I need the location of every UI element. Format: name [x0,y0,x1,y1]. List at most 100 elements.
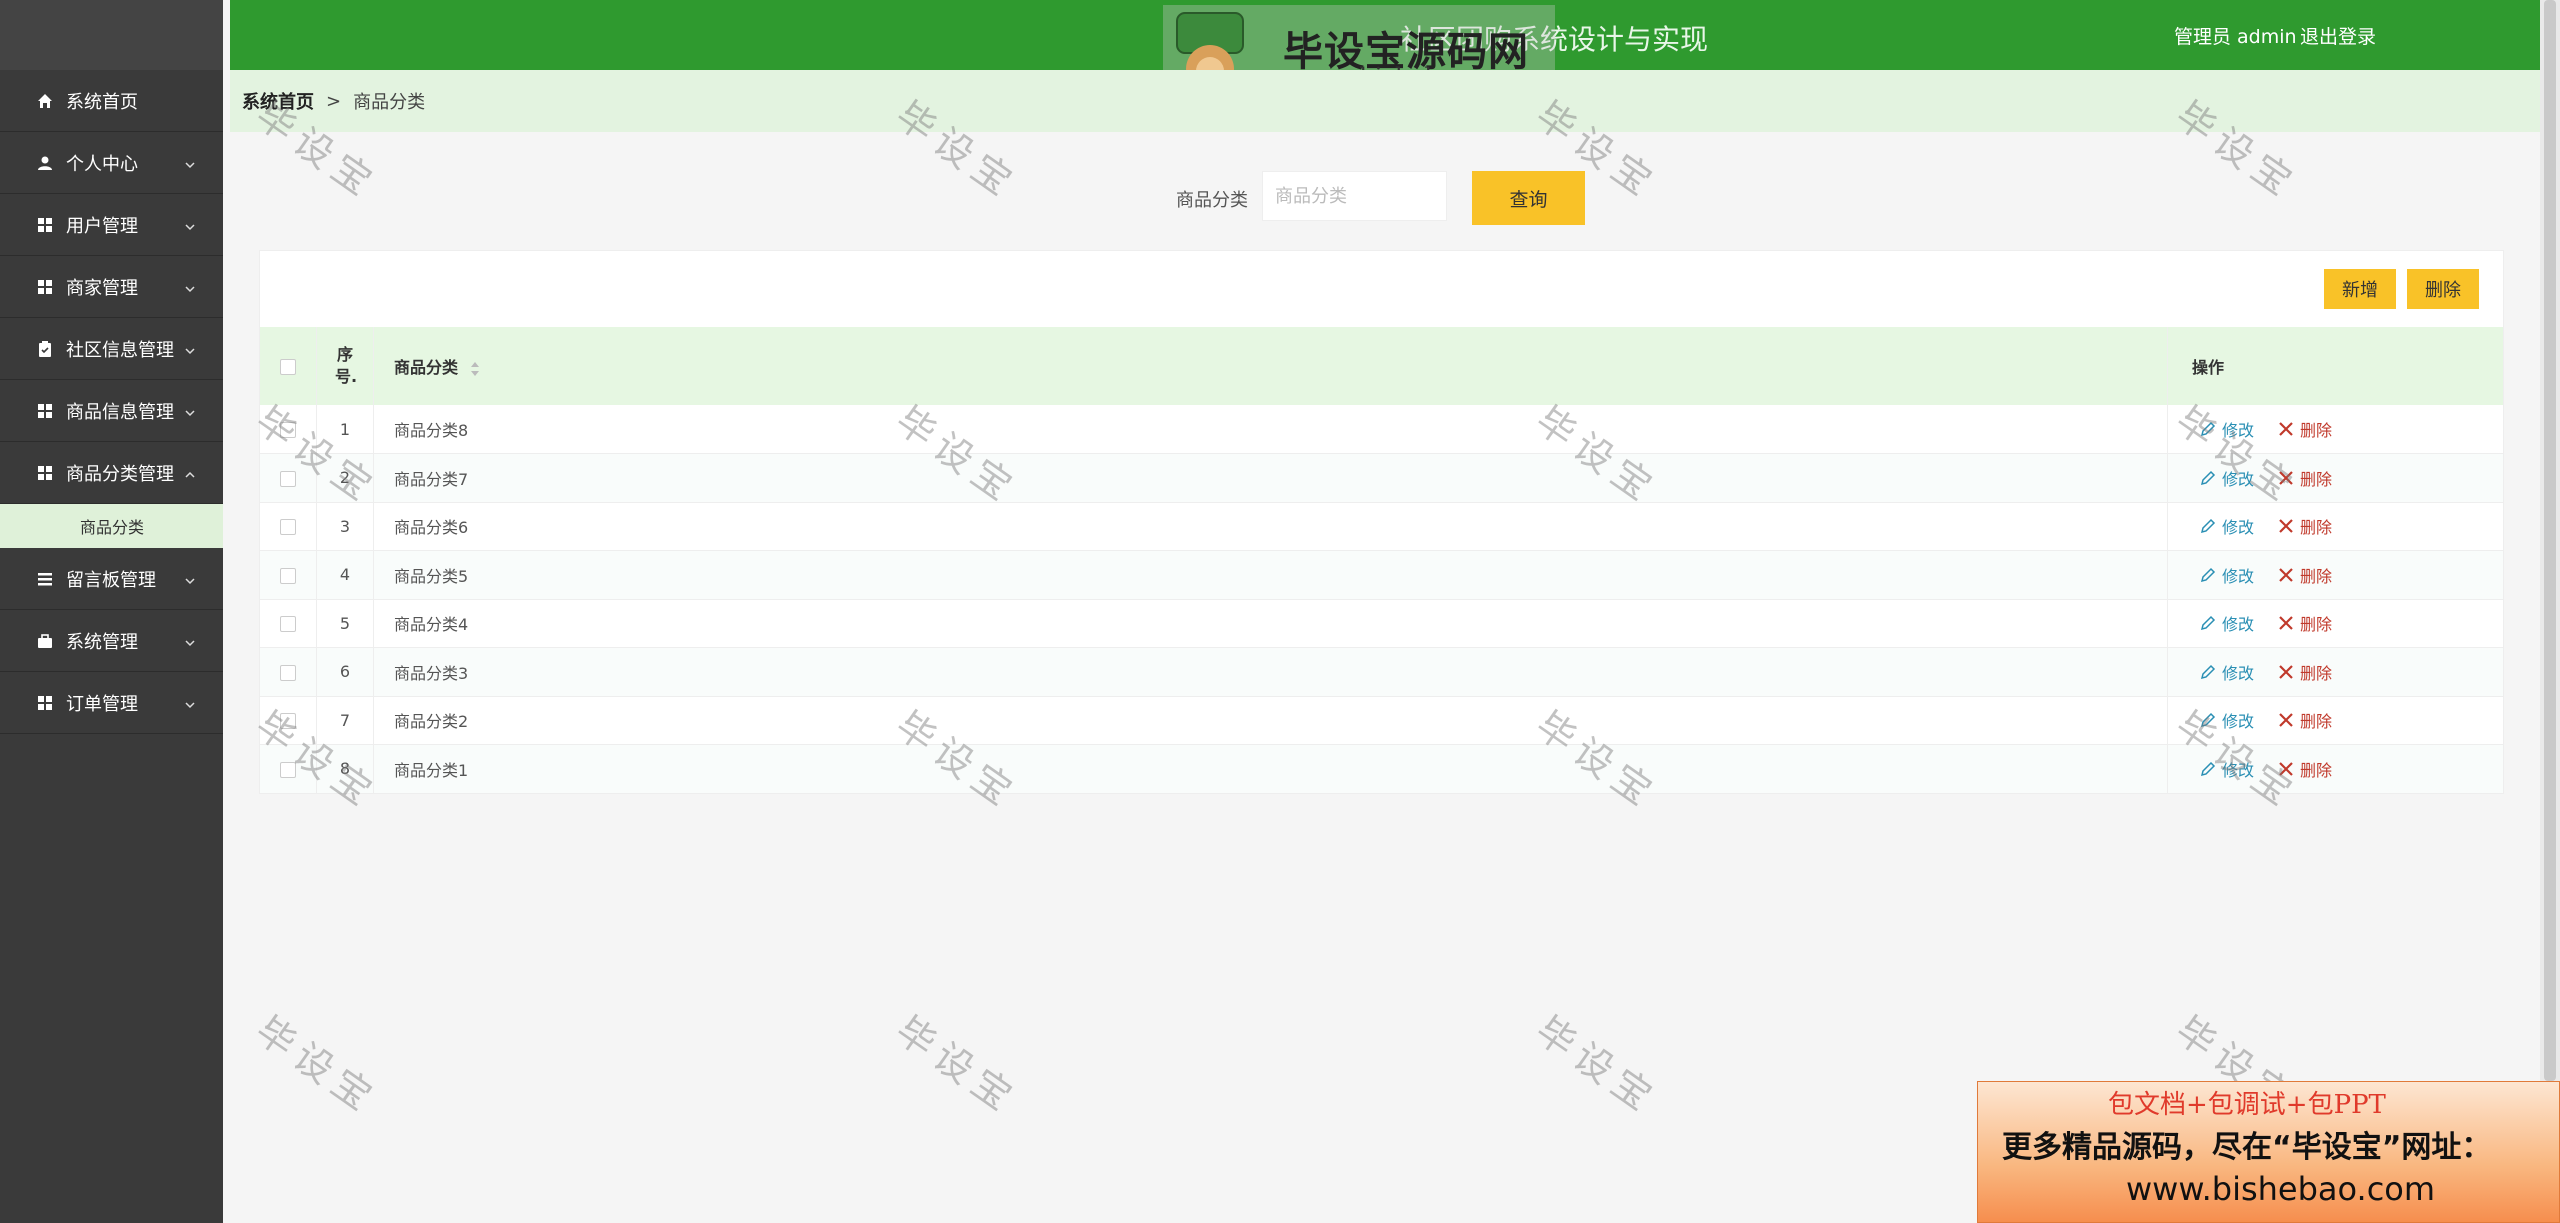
row-checkbox[interactable] [280,761,296,778]
sidebar-item-5[interactable]: 商品信息管理 [0,380,223,442]
delete-label: 删除 [2300,663,2333,683]
row-select-cell[interactable] [260,744,317,793]
chevron-down-icon [183,280,197,294]
edit-label: 修改 [2222,615,2255,635]
chevron-down-icon [183,404,197,418]
chevron-up-icon [183,466,197,480]
row-select-cell[interactable] [260,696,317,745]
delete-button[interactable]: 删除 [2278,611,2332,635]
table-row: 2 商品分类7 修改 删除 [260,453,2503,502]
row-checkbox[interactable] [280,470,296,487]
delete-label: 删除 [2300,518,2333,538]
close-icon [2279,616,2293,631]
scrollbar-thumb[interactable] [2544,0,2556,1081]
page-scrollbar[interactable] [2540,0,2560,1081]
sidebar: 系统首页个人中心 用户管理 商家管理社区信息管理商品信息管理 商品分类管理 商品分类留言… [0,0,223,1223]
delete-label: 删除 [2300,469,2333,489]
sidebar-item-8[interactable]: 系统管理 [0,610,223,672]
row-checkbox[interactable] [280,713,296,730]
close-icon [2279,664,2293,679]
breadcrumb-home[interactable]: 系统首页 [242,88,314,114]
table-row: 3 商品分类6 修改 删除 [260,502,2503,551]
sidebar-item-0[interactable]: 系统首页 [0,70,223,132]
row-category-name: 商品分类3 [394,663,469,683]
edit-label: 修改 [2222,421,2255,440]
table-row: 7 商品分类2 修改 删除 [260,696,2503,745]
edit-button[interactable]: 修改 [2200,514,2254,538]
sidebar-item-label: 系统首页 [66,91,138,113]
sidebar-item-1[interactable]: 个人中心 [0,132,223,194]
edit-icon [2200,470,2216,485]
row-ops: 修改 删除 [2167,453,2503,502]
sidebar-item-7[interactable]: 留言板管理 [0,548,223,610]
row-checkbox[interactable] [280,616,296,633]
grid-icon [36,216,54,234]
chevron-down-icon [183,156,197,170]
edit-button[interactable]: 修改 [2200,708,2254,732]
delete-button[interactable]: 删除 [2278,563,2332,587]
edit-button[interactable]: 修改 [2200,417,2254,441]
sidebar-item-label: 留言板管理 [66,569,156,591]
delete-button[interactable]: 删除 [2278,708,2332,732]
row-select-cell[interactable] [260,502,317,551]
add-button[interactable]: 新增 [2324,269,2396,309]
breadcrumb: 系统首页 > 商品分类 [230,70,2540,132]
sidebar-item-label: 订单管理 [66,693,138,715]
delete-button[interactable]: 删除 [2278,660,2332,684]
edit-icon [2200,664,2216,679]
edit-label: 修改 [2222,469,2255,489]
edit-button[interactable]: 修改 [2200,611,2254,635]
row-select-cell[interactable] [260,453,317,502]
header-name-label: 商品分类 [394,358,459,377]
header-ops: 操作 [2167,327,2503,405]
sort-icon[interactable] [470,361,480,377]
edit-button[interactable]: 修改 [2200,563,2254,587]
table-row: 4 商品分类5 修改 删除 [260,550,2503,599]
row-ops: 修改 删除 [2167,550,2503,599]
edit-label: 修改 [2222,518,2255,538]
row-checkbox[interactable] [280,664,296,681]
logout-link[interactable]: 退出登录 [2300,22,2376,49]
admin-label: 管理员 admin [2174,26,2297,48]
row-select-cell[interactable] [260,647,317,696]
delete-label: 删除 [2300,760,2333,780]
briefcase-icon [36,632,54,650]
row-index: 7 [316,696,374,745]
delete-button[interactable]: 删除 [2278,514,2332,538]
delete-button[interactable]: 删除 [2278,757,2332,781]
edit-button[interactable]: 修改 [2200,466,2254,490]
row-checkbox[interactable] [280,422,296,438]
edit-icon [2200,616,2216,631]
row-select-cell[interactable] [260,550,317,599]
sidebar-item-label: 社区信息管理 [66,339,174,361]
edit-button[interactable]: 修改 [2200,757,2254,781]
header-select-all[interactable] [260,327,317,405]
delete-button[interactable]: 删除 [2278,417,2332,441]
edit-button[interactable]: 修改 [2200,660,2254,684]
close-icon [2279,519,2293,534]
watermark-text: 毕设宝 [247,1007,387,1123]
row-select-cell[interactable] [260,405,317,454]
sidebar-item-3[interactable]: 商家管理 [0,256,223,318]
row-checkbox[interactable] [280,567,296,584]
batch-delete-button[interactable]: 删除 [2407,269,2479,309]
sidebar-subitem-category[interactable]: 商品分类 [0,504,223,548]
grid-icon [36,464,54,482]
query-button[interactable]: 查询 [1472,171,1585,225]
close-icon [2279,713,2293,728]
edit-icon [2200,761,2216,776]
row-select-cell[interactable] [260,599,317,648]
search-input[interactable] [1262,171,1447,221]
select-all-checkbox[interactable] [280,359,296,375]
sidebar-item-label: 系统管理 [66,631,138,653]
sidebar-item-9[interactable]: 订单管理 [0,672,223,734]
row-ops: 修改 删除 [2167,696,2503,745]
sidebar-top [0,0,223,70]
delete-button[interactable]: 删除 [2278,466,2332,490]
row-checkbox[interactable] [280,519,296,536]
sidebar-item-4[interactable]: 社区信息管理 [0,318,223,380]
sidebar-item-2[interactable]: 用户管理 [0,194,223,256]
promo-line-2: 更多精品源码，尽在“毕设宝”网址： [2002,1130,2492,1165]
sidebar-item-6[interactable]: 商品分类管理 [0,442,223,504]
header-name[interactable]: 商品分类 [374,327,2168,405]
